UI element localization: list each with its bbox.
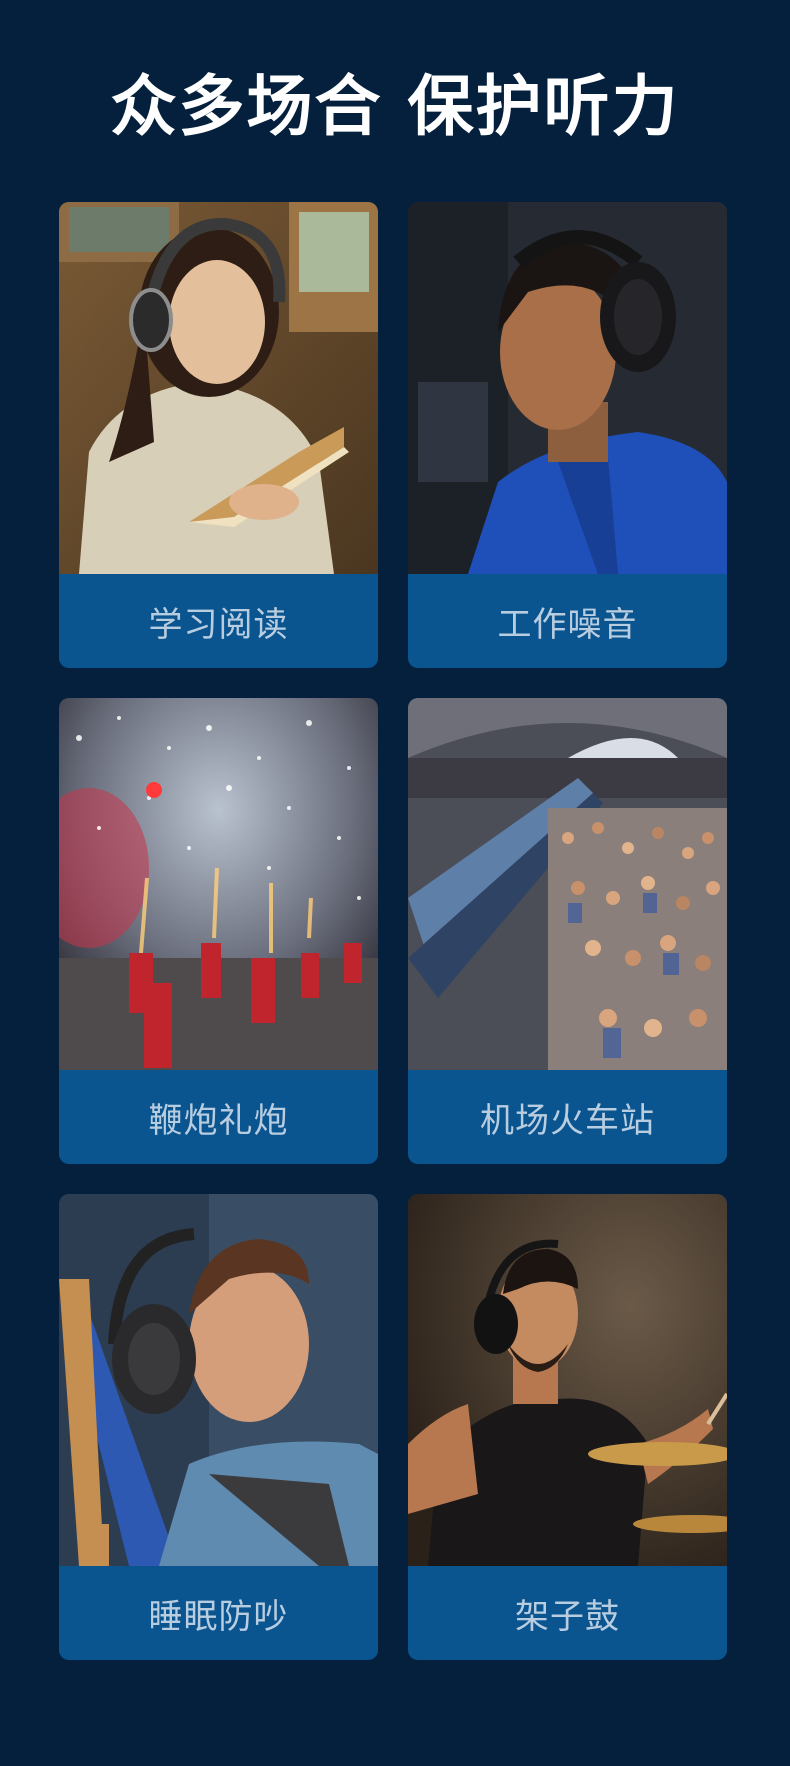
scene-card-firecrackers: 鞭炮礼炮 <box>59 698 378 1164</box>
work-photo <box>408 202 727 574</box>
scene-label: 鞭炮礼炮 <box>59 1070 378 1164</box>
scene-card-work-noise: 工作噪音 <box>408 202 727 668</box>
firecrackers-photo <box>59 698 378 1070</box>
scene-label: 架子鼓 <box>408 1566 727 1660</box>
scene-label: 睡眠防吵 <box>59 1566 378 1660</box>
worker-icon <box>408 202 727 574</box>
crowded-station-icon <box>408 698 727 1070</box>
scene-label: 机场火车站 <box>408 1070 727 1164</box>
page-title: 众多场合 保护听力 <box>110 68 680 145</box>
sleep-photo <box>59 1194 378 1566</box>
drummer-icon <box>408 1194 727 1566</box>
scene-card-sleep: 睡眠防吵 <box>59 1194 378 1660</box>
scene-label: 学习阅读 <box>59 574 378 668</box>
scene-label: 工作噪音 <box>408 574 727 668</box>
man-sleeping-icon <box>59 1194 378 1566</box>
firecrackers-icon <box>59 698 378 1070</box>
scene-card-drums: 架子鼓 <box>408 1194 727 1660</box>
drums-photo <box>408 1194 727 1566</box>
reading-photo <box>59 202 378 574</box>
scene-card-station: 机场火车站 <box>408 698 727 1164</box>
scene-card-reading: 学习阅读 <box>59 202 378 668</box>
girl-reading-icon <box>59 202 378 574</box>
station-photo <box>408 698 727 1070</box>
